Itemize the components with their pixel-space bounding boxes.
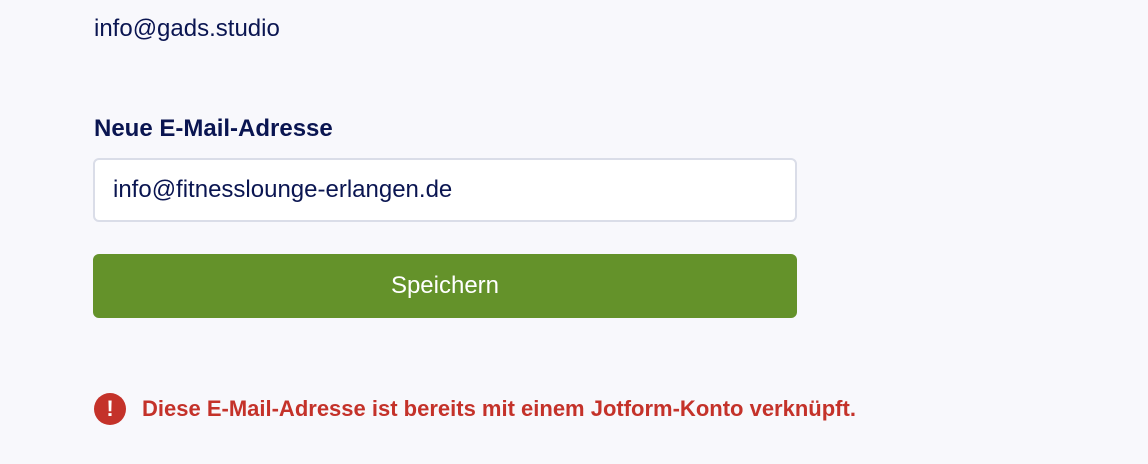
error-message-row: ! Diese E-Mail-Adresse ist bereits mit e… <box>94 392 856 426</box>
error-message-text: Diese E-Mail-Adresse ist bereits mit ein… <box>142 396 856 421</box>
save-button[interactable]: Speichern <box>93 254 797 318</box>
new-email-input[interactable] <box>93 158 797 222</box>
exclamation-circle-icon: ! <box>94 393 126 425</box>
new-email-label: Neue E-Mail-Adresse <box>94 115 333 142</box>
current-email-text: info@gads.studio <box>94 15 280 42</box>
